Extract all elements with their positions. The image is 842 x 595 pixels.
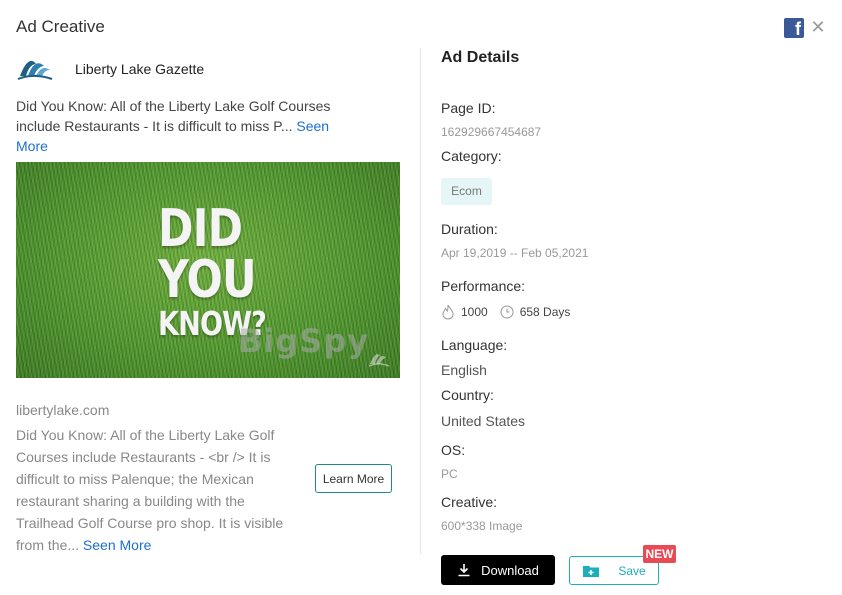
advertiser-logo [16, 50, 58, 88]
page-id-label: Page ID: [441, 100, 496, 116]
save-label: Save [618, 563, 646, 578]
grass-background: DID YOU KNOW? BigSpy [16, 162, 400, 378]
language-value: English [441, 362, 487, 378]
duration-label: Duration: [441, 221, 498, 237]
learn-more-button[interactable]: Learn More [315, 464, 392, 493]
ad-primary-text-body: Did You Know: All of the Liberty Lake Go… [16, 98, 331, 134]
likes-count: 1000 [461, 305, 488, 319]
download-icon [458, 564, 470, 577]
duration-value: Apr 19,2019 -- Feb 05,2021 [441, 246, 589, 260]
ad-primary-text: Did You Know: All of the Liberty Lake Go… [16, 96, 356, 156]
description-see-more-link[interactable]: Seen More [83, 537, 151, 553]
watermark-logo-icon [368, 354, 390, 367]
likes-stat: 1000 [441, 304, 488, 320]
os-label: OS: [441, 442, 466, 458]
ad-domain: libertylake.com [16, 402, 110, 418]
days-count: 658 Days [519, 305, 571, 319]
creative-value: 600*338 Image [441, 519, 523, 533]
page-id-value: 162929667454687 [441, 125, 542, 139]
ad-description: Did You Know: All of the Liberty Lake Go… [16, 424, 306, 556]
advertiser-name[interactable]: Liberty Lake Gazette [75, 61, 204, 77]
ad-image-line2: YOU [158, 249, 257, 310]
download-label: Download [481, 562, 539, 578]
advertiser-row: Liberty Lake Gazette [16, 50, 400, 88]
advertiser-logo-icon [17, 60, 53, 80]
country-label: Country: [441, 387, 494, 403]
ad-description-body: Did You Know: All of the Liberty Lake Go… [16, 427, 284, 553]
category-label: Category: [441, 148, 502, 164]
ad-details-title: Ad Details [441, 49, 520, 66]
folder-add-icon [583, 565, 600, 577]
days-stat: 658 Days [500, 305, 571, 319]
country-value: United States [441, 413, 526, 429]
ad-preview: Liberty Lake Gazette [16, 50, 400, 88]
category-tag[interactable]: Ecom [441, 178, 492, 205]
os-value: PC [441, 467, 458, 481]
ad-image-headline: DID YOU KNOW? [158, 199, 298, 340]
creative-label: Creative: [441, 494, 498, 510]
facebook-icon: f [784, 18, 804, 39]
ad-image[interactable]: DID YOU KNOW? BigSpy [16, 162, 400, 378]
language-label: Language: [441, 337, 508, 353]
new-badge: NEW [643, 545, 676, 563]
fire-icon [442, 304, 454, 320]
performance-stats: 1000 658 Days [441, 304, 582, 320]
bigspy-watermark: BigSpy [238, 322, 370, 360]
download-button[interactable]: Download [441, 555, 555, 585]
close-icon[interactable]: ✕ [810, 17, 826, 37]
modal-title: Ad Creative [16, 17, 105, 36]
performance-label: Performance: [441, 278, 526, 294]
clock-icon [500, 305, 514, 319]
panel-divider [420, 48, 421, 554]
ad-image-line1: DID [158, 199, 243, 259]
